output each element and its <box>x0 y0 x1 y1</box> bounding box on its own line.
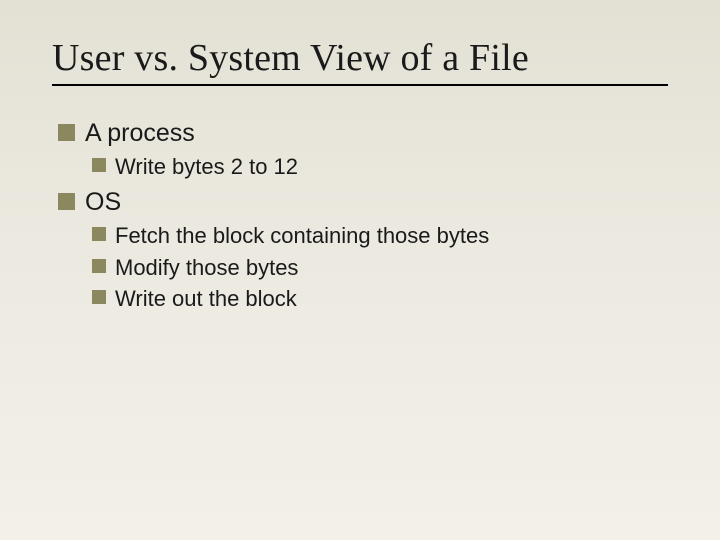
square-bullet-icon <box>92 290 106 304</box>
list-item-label: Write out the block <box>115 285 297 313</box>
list-item: Write out the block <box>92 285 668 313</box>
square-bullet-icon <box>92 227 106 241</box>
list-item: Write bytes 2 to 12 <box>92 153 668 181</box>
slide: User vs. System View of a File A process… <box>0 0 720 540</box>
square-bullet-icon <box>58 124 75 141</box>
list-item-label: A process <box>85 118 195 149</box>
list-item-label: OS <box>85 187 121 218</box>
slide-title: User vs. System View of a File <box>52 36 668 80</box>
title-underline <box>52 84 668 86</box>
list-item: Modify those bytes <box>92 254 668 282</box>
square-bullet-icon <box>92 259 106 273</box>
square-bullet-icon <box>58 193 75 210</box>
list-item-label: Write bytes 2 to 12 <box>115 153 298 181</box>
slide-content: A process Write bytes 2 to 12 OS Fetch t… <box>52 118 668 313</box>
list-item: OS <box>58 187 668 218</box>
list-item-label: Modify those bytes <box>115 254 298 282</box>
list-item: A process <box>58 118 668 149</box>
list-item-label: Fetch the block containing those bytes <box>115 222 489 250</box>
square-bullet-icon <box>92 158 106 172</box>
list-item: Fetch the block containing those bytes <box>92 222 668 250</box>
